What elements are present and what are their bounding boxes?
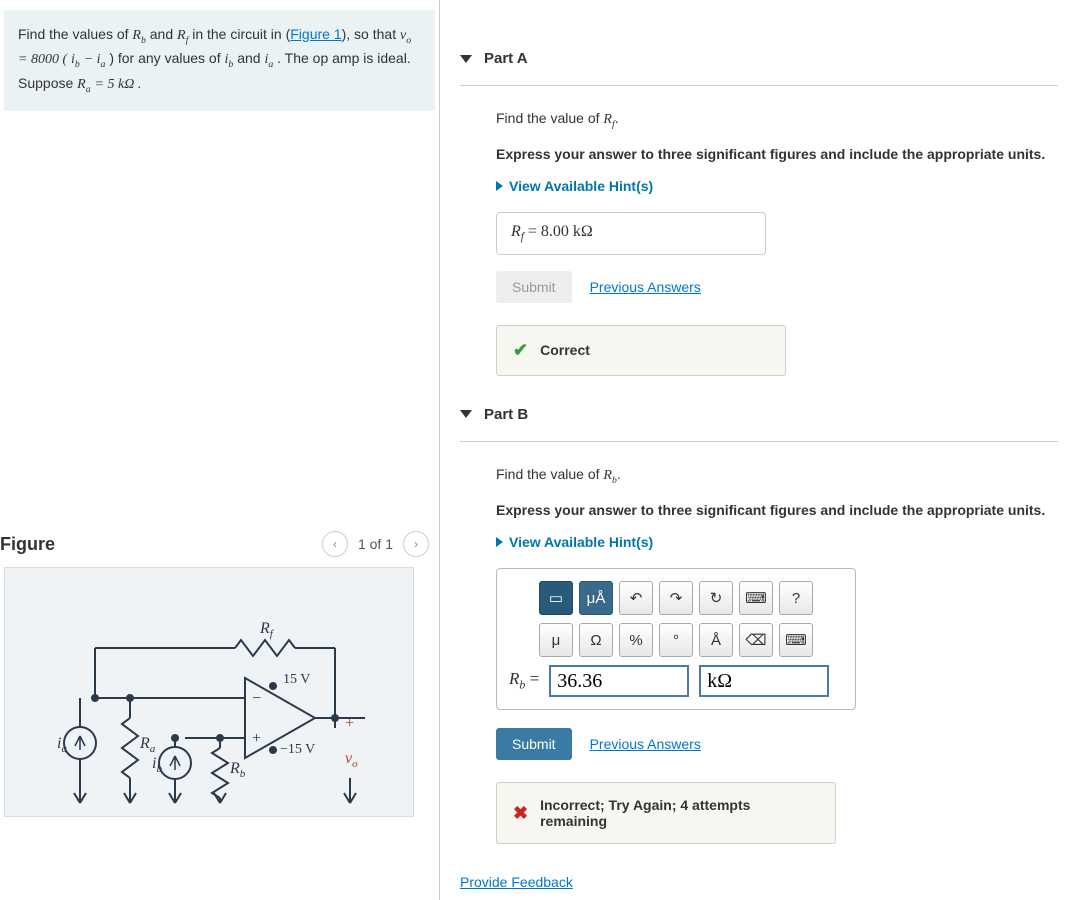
- part-b-question: Find the value of Rb.: [496, 464, 1058, 488]
- triangle-right-icon: [496, 181, 503, 191]
- part-b-previous-answers-link[interactable]: Previous Answers: [590, 736, 701, 752]
- units-button[interactable]: μÅ: [579, 581, 613, 615]
- triangle-right-icon: [496, 537, 503, 547]
- part-a-answer-display: Rf = 8.00 kΩ: [496, 212, 766, 254]
- part-b-instruction: Express your answer to three significant…: [496, 502, 1058, 518]
- part-a-header[interactable]: Part A: [460, 50, 1058, 86]
- label-ia: ia: [57, 735, 67, 755]
- figure-header: Figure ‹ 1 of 1 ›: [0, 531, 439, 567]
- mu-button[interactable]: μ: [539, 623, 573, 657]
- part-a-section: Part A Find the value of Rf. Express you…: [460, 50, 1058, 376]
- part-a-instruction: Express your answer to three significant…: [496, 146, 1058, 162]
- label-vo: vo: [345, 750, 358, 770]
- left-pane: Find the values of Rb and Rf in the circ…: [0, 0, 440, 900]
- part-a-question: Find the value of Rf.: [496, 108, 1058, 132]
- svg-text:−: −: [252, 690, 261, 707]
- problem-statement: Find the values of Rb and Rf in the circ…: [4, 10, 435, 111]
- provide-feedback-link[interactable]: Provide Feedback: [460, 874, 573, 890]
- backspace-button[interactable]: ⌫: [739, 623, 773, 657]
- reset-button[interactable]: ↻: [699, 581, 733, 615]
- part-a-previous-answers-link[interactable]: Previous Answers: [590, 279, 701, 295]
- percent-button[interactable]: %: [619, 623, 653, 657]
- label-minus15: −15 V: [280, 742, 315, 757]
- part-b-section: Part B Find the value of Rb. Express you…: [460, 406, 1058, 844]
- unit-input[interactable]: [699, 665, 829, 697]
- var-Rb: Rb: [132, 28, 145, 43]
- right-pane: Part A Find the value of Rf. Express you…: [440, 0, 1078, 900]
- caret-down-icon: [460, 410, 472, 418]
- toolbar-row-1: ▭ μÅ ↶ ↷ ↻ ⌨ ?: [509, 581, 843, 615]
- label-plus15: 15 V: [283, 672, 310, 687]
- keyboard2-button[interactable]: ⌨: [779, 623, 813, 657]
- label-Rb: Rb: [229, 760, 246, 780]
- keyboard-button[interactable]: ⌨: [739, 581, 773, 615]
- label-ib: ib: [152, 755, 162, 775]
- templates-button[interactable]: ▭: [539, 581, 573, 615]
- part-a-hints-toggle[interactable]: View Available Hint(s): [496, 178, 1058, 194]
- value-input[interactable]: [549, 665, 689, 697]
- omega-button[interactable]: Ω: [579, 623, 613, 657]
- part-b-input-panel: ▭ μÅ ↶ ↷ ↻ ⌨ ? μ Ω % ° Å ⌫: [496, 568, 856, 710]
- part-a-feedback: ✔ Correct: [496, 325, 786, 376]
- check-icon: ✔: [513, 340, 528, 361]
- var-Rf: Rf: [177, 28, 188, 43]
- angstrom-button[interactable]: Å: [699, 623, 733, 657]
- var-vo: vo: [400, 28, 411, 43]
- label-Ra: Ra: [139, 735, 156, 755]
- undo-button[interactable]: ↶: [619, 581, 653, 615]
- part-b-feedback: ✖ Incorrect; Try Again; 4 attempts remai…: [496, 782, 836, 844]
- toolbar-row-2: μ Ω % ° Å ⌫ ⌨: [509, 623, 843, 657]
- answer-entry-row: Rb =: [509, 665, 843, 697]
- redo-button[interactable]: ↷: [659, 581, 693, 615]
- svg-text:+: +: [252, 730, 261, 747]
- caret-down-icon: [460, 55, 472, 63]
- degree-button[interactable]: °: [659, 623, 693, 657]
- label-Rf: Rf: [259, 620, 275, 640]
- part-a-submit-button: Submit: [496, 271, 572, 303]
- circuit-figure: Rf 15 V −15 V ia Ra ib Rb vo + − +: [4, 567, 414, 817]
- part-b-hints-toggle[interactable]: View Available Hint(s): [496, 534, 1058, 550]
- part-b-submit-button[interactable]: Submit: [496, 728, 572, 760]
- x-icon: ✖: [513, 803, 528, 824]
- part-b-title: Part B: [484, 406, 528, 423]
- figure-link[interactable]: Figure 1: [290, 26, 341, 42]
- figure-next-button[interactable]: ›: [403, 531, 429, 557]
- help-button[interactable]: ?: [779, 581, 813, 615]
- figure-prev-button[interactable]: ‹: [322, 531, 348, 557]
- part-b-header[interactable]: Part B: [460, 406, 1058, 442]
- figure-page-label: 1 of 1: [358, 536, 393, 552]
- Rb-equals-label: Rb =: [509, 669, 539, 692]
- text: Find the values of: [18, 26, 132, 42]
- part-a-title: Part A: [484, 50, 528, 67]
- figure-pager: ‹ 1 of 1 ›: [322, 531, 429, 557]
- svg-text:+: +: [345, 715, 354, 732]
- figure-title: Figure: [0, 534, 55, 555]
